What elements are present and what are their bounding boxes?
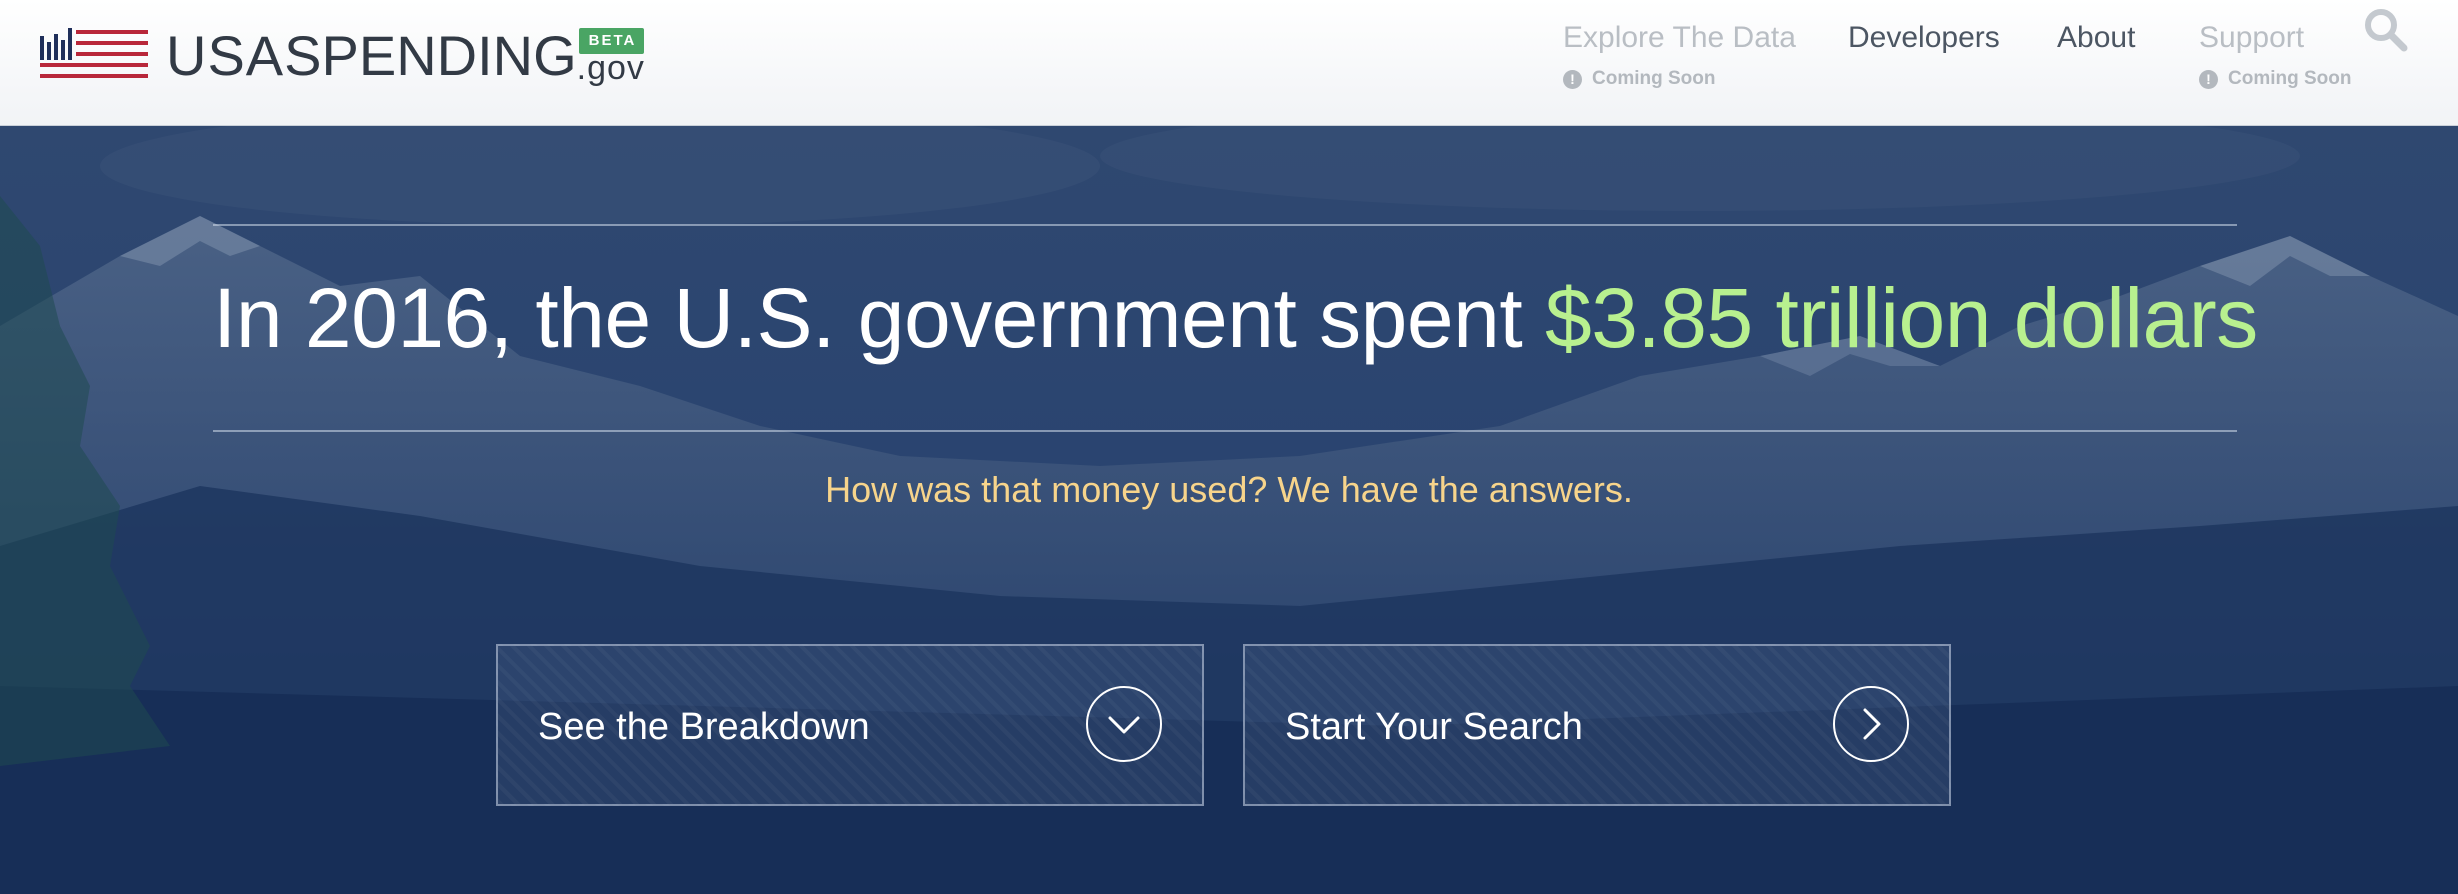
alert-icon: ! (2199, 69, 2218, 89)
nav-item-developers[interactable]: Developers (1848, 18, 2000, 58)
alert-icon: ! (1563, 69, 1582, 89)
logo-wordmark-usa: USA (166, 24, 285, 87)
chevron-right-icon (1833, 686, 1909, 762)
hero-section: In 2016, the U.S. government spent $3.85… (0, 126, 2458, 894)
hero-subhead: How was that money used? We have the ans… (825, 469, 1633, 510)
see-the-breakdown-button[interactable]: See the Breakdown (496, 644, 1204, 806)
site-logo[interactable]: USASPENDING BETA .gov (40, 24, 647, 87)
coming-soon-label: Coming Soon (1592, 68, 1716, 89)
coming-soon-note: ! Coming Soon (1563, 68, 1796, 90)
spending-amount: $3.85 trillion dollars (1545, 271, 2258, 365)
search-icon (2365, 9, 2408, 52)
logo-wordmark: USASPENDING BETA .gov (166, 24, 647, 87)
nav-item-label: Support (2199, 21, 2305, 54)
start-your-search-button[interactable]: Start Your Search (1243, 644, 1951, 806)
coming-soon-label: Coming Soon (2228, 68, 2352, 89)
search-button[interactable] (2362, 6, 2410, 54)
nav-item-label: Developers (1848, 21, 2000, 54)
nav-item-about[interactable]: About (2057, 18, 2135, 58)
cta-label: Start Your Search (1285, 706, 1583, 748)
cta-label: See the Breakdown (538, 706, 870, 748)
nav-item-explore-the-data[interactable]: Explore The Data ! Coming Soon (1563, 18, 1796, 90)
chevron-down-icon (1086, 686, 1162, 762)
headline-prefix: In 2016, the U.S. government spent (213, 271, 1545, 365)
headline-divider-top (213, 224, 2237, 226)
nav-item-label: Explore The Data (1563, 21, 1796, 54)
hero-headline: In 2016, the U.S. government spent $3.85… (213, 268, 2258, 368)
logo-wordmark-spending: SPENDING (284, 24, 577, 87)
headline-divider-bottom (213, 430, 2237, 432)
nav-item-support[interactable]: Support ! Coming Soon (2199, 18, 2351, 90)
logo-domain-suffix: .gov (576, 49, 645, 87)
flag-logo-icon (40, 28, 148, 78)
nav-item-label: About (2057, 21, 2136, 54)
site-header: USASPENDING BETA .gov Explore The Data !… (0, 0, 2458, 126)
coming-soon-note: ! Coming Soon (2199, 68, 2351, 90)
